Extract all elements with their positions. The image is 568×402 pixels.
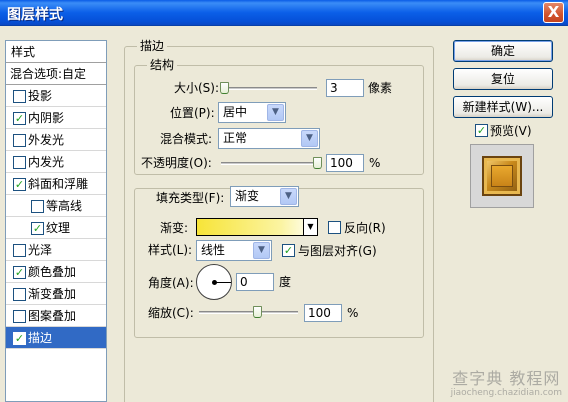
style-item-checkbox[interactable]: [13, 134, 26, 147]
align-with-layer-checkbox[interactable]: ✓: [282, 244, 295, 257]
style-item-label: 描边: [28, 331, 53, 345]
title-bar[interactable]: 图层样式 X: [0, 0, 568, 26]
style-item[interactable]: 渐变叠加: [6, 283, 106, 305]
blend-mode-value: 正常: [223, 131, 248, 145]
style-item-label: 颜色叠加: [28, 265, 77, 279]
blend-mode-label: 混合模式:: [160, 132, 213, 146]
style-item-label: 内发光: [28, 155, 65, 169]
angle-indicator: [215, 282, 231, 283]
styles-header[interactable]: 样式: [6, 41, 106, 63]
style-item-label: 纹理: [46, 221, 71, 235]
position-select[interactable]: 居中 ▼: [218, 102, 286, 123]
style-item-checkbox[interactable]: ✓: [13, 332, 26, 345]
blend-mode-select[interactable]: 正常 ▼: [218, 128, 320, 149]
styles-list: 样式 混合选项:自定 投影 ✓ 内阴影 外发光 内发光 ✓ 斜面和浮雕 等高线 ✓ 纹理 光泽 ✓ 颜色…: [5, 40, 107, 402]
size-slider-thumb[interactable]: [219, 82, 229, 94]
style-item-checkbox[interactable]: [13, 90, 26, 103]
chevron-down-icon[interactable]: ▼: [301, 130, 318, 147]
scale-unit: %: [347, 306, 359, 320]
close-icon[interactable]: X: [543, 2, 564, 23]
angle-center: [212, 280, 217, 285]
style-item[interactable]: ✓ 纹理: [6, 217, 106, 239]
size-unit: 像素: [368, 81, 393, 95]
preview-label[interactable]: 预览(V): [490, 123, 532, 139]
preview-checkbox[interactable]: ✓: [475, 124, 488, 137]
chevron-down-icon[interactable]: ▼: [267, 104, 284, 121]
style-item-checkbox[interactable]: [13, 244, 26, 257]
reverse-checkbox[interactable]: [328, 221, 341, 234]
chevron-down-icon[interactable]: ▼: [253, 242, 270, 259]
style-item[interactable]: ✓ 描边: [6, 327, 106, 349]
angle-input[interactable]: 0: [236, 273, 274, 291]
opacity-slider-thumb[interactable]: [313, 157, 322, 169]
align-with-layer-label[interactable]: 与图层对齐(G): [298, 243, 377, 259]
style-item-checkbox[interactable]: [13, 156, 26, 169]
style-item[interactable]: 投影: [6, 85, 106, 107]
watermark-main: 查字典 教程网: [452, 369, 561, 388]
style-item[interactable]: 内发光: [6, 151, 106, 173]
size-slider-track[interactable]: [221, 87, 317, 90]
chevron-down-icon[interactable]: ▼: [280, 188, 297, 205]
style-item-checkbox[interactable]: ✓: [31, 222, 44, 235]
style-item-label: 投影: [28, 89, 53, 103]
style-item-checkbox[interactable]: [13, 310, 26, 323]
watermark-sub: jiaocheng.chazidian.com: [450, 388, 562, 398]
angle-unit: 度: [279, 275, 292, 289]
style-item[interactable]: 等高线: [6, 195, 106, 217]
window-title: 图层样式: [7, 7, 63, 23]
structure-title: 结构: [147, 58, 178, 72]
style-value: 线性: [201, 243, 226, 257]
style-item-checkbox[interactable]: [13, 288, 26, 301]
chevron-down-icon[interactable]: ▼: [303, 219, 317, 235]
style-item[interactable]: ✓ 斜面和浮雕: [6, 173, 106, 195]
scale-input[interactable]: 100: [304, 304, 342, 322]
style-item[interactable]: 外发光: [6, 129, 106, 151]
watermark: 查字典 教程网 jiaocheng.chazidian.com: [450, 369, 562, 400]
style-label: 样式(L):: [148, 243, 193, 257]
style-item-label: 等高线: [46, 199, 83, 213]
style-item-checkbox[interactable]: ✓: [13, 178, 26, 191]
stroke-title: 描边: [137, 39, 168, 53]
style-item-label: 内阴影: [28, 111, 65, 125]
new-style-button[interactable]: 新建样式(W)...: [453, 96, 553, 118]
opacity-unit: %: [369, 156, 381, 170]
angle-label: 角度(A):: [148, 276, 194, 290]
opacity-slider-track[interactable]: [221, 162, 319, 165]
style-select[interactable]: 线性 ▼: [196, 240, 272, 261]
position-label: 位置(P):: [170, 106, 215, 120]
scale-label: 缩放(C):: [148, 306, 194, 320]
style-item[interactable]: ✓ 内阴影: [6, 107, 106, 129]
fill-type-label: 填充类型(F):: [156, 191, 225, 205]
style-item-label: 图案叠加: [28, 309, 77, 323]
style-item-checkbox[interactable]: [31, 200, 44, 213]
scale-slider-thumb[interactable]: [253, 306, 262, 318]
opacity-label: 不透明度(O):: [141, 156, 212, 170]
style-item-checkbox[interactable]: ✓: [13, 266, 26, 279]
style-item-checkbox[interactable]: ✓: [13, 112, 26, 125]
style-item[interactable]: ✓ 颜色叠加: [6, 261, 106, 283]
fill-type-value: 渐变: [235, 189, 260, 203]
reverse-label[interactable]: 反向(R): [344, 220, 386, 236]
scale-slider-track[interactable]: [199, 311, 298, 314]
size-input[interactable]: 3: [326, 79, 364, 97]
preview-swatch: [482, 156, 522, 196]
angle-dial[interactable]: [196, 264, 232, 300]
style-item-label: 渐变叠加: [28, 287, 77, 301]
blend-options-item[interactable]: 混合选项:自定: [6, 63, 106, 85]
position-value: 居中: [223, 105, 248, 119]
style-item-label: 斜面和浮雕: [28, 177, 89, 191]
style-item-label: 光泽: [28, 243, 53, 257]
style-item-label: 外发光: [28, 133, 65, 147]
opacity-input[interactable]: 100: [326, 154, 364, 172]
style-preview: [470, 144, 534, 208]
fill-type-select[interactable]: 渐变 ▼: [230, 186, 299, 207]
gradient-picker[interactable]: ▼: [196, 218, 318, 236]
gradient-label: 渐变:: [160, 221, 189, 235]
ok-button[interactable]: 确定: [453, 40, 553, 62]
style-item[interactable]: 光泽: [6, 239, 106, 261]
style-item[interactable]: 图案叠加: [6, 305, 106, 327]
reset-button[interactable]: 复位: [453, 68, 553, 90]
size-label: 大小(S):: [174, 81, 220, 95]
layer-style-dialog: 图层样式 X 样式 混合选项:自定 投影 ✓ 内阴影 外发光 内发光 ✓ 斜面和浮雕 等高线 ✓…: [0, 0, 568, 402]
